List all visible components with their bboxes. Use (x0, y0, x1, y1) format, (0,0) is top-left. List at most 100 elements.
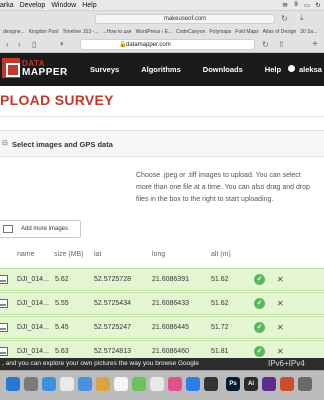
shield-icon[interactable]: ◐ (60, 39, 65, 48)
col-alt[interactable]: alt (m) (211, 251, 231, 258)
page-title: PLOAD SURVEY (0, 92, 114, 108)
chrome-icon[interactable] (60, 377, 74, 391)
bookmark-item[interactable]: CodeCanyon (176, 29, 205, 35)
share-icon[interactable]: ⇧ (278, 40, 285, 49)
menu-help[interactable]: Help (82, 2, 102, 9)
bookmark-item[interactable]: 30 Su... (300, 29, 317, 35)
col-size[interactable]: size (MB) (54, 251, 84, 258)
address-row: ‹ › ▯ ◐ 🔒 datamapper.com ↻ ⇧ + (0, 39, 324, 52)
downloads-icon[interactable]: ⤓ (300, 13, 304, 23)
terminal-icon[interactable] (204, 377, 218, 391)
section-title: Select images and GPS data (12, 140, 113, 149)
tab-title[interactable]: makeuseof.com (95, 14, 275, 24)
add-images-label: Add more images (21, 226, 69, 232)
photos-icon[interactable] (150, 377, 164, 391)
os-dock: Ps Ai (0, 370, 324, 400)
bookmark-item[interactable]: Kingdon Pool (29, 29, 59, 35)
table-row[interactable]: DJI_014... 5.55 52.5725434 21.6086433 51… (0, 292, 324, 315)
messages-icon[interactable] (132, 377, 146, 391)
nav-surveys[interactable]: Surveys (90, 65, 119, 74)
ipv-label: IPv6+IPv4 (268, 359, 305, 368)
bookmark-item[interactable]: Fold Maps (235, 29, 258, 35)
photoshop-icon[interactable]: Ps (226, 377, 240, 391)
site-header: DATA MAPPER Surveys Algorithms Downloads… (0, 53, 324, 86)
section-header[interactable]: ⊟ Select images and GPS data (0, 130, 324, 157)
app-icon[interactable] (280, 377, 294, 391)
calendar-icon[interactable] (114, 377, 128, 391)
image-icon (3, 225, 13, 233)
browser-chrome: makeuseof.com ↻ ⤓ designe... Kingdon Poo… (0, 11, 324, 53)
bookmark-item[interactable]: Atlas of Design (263, 29, 297, 35)
col-long[interactable]: long (152, 251, 165, 258)
finder-icon[interactable] (6, 377, 20, 391)
cell-name: DJI_014... (17, 300, 49, 307)
col-lat[interactable]: lat (94, 251, 101, 258)
bookmark-item[interactable]: Timeline JS3 -... (62, 29, 98, 35)
cell-size: 5.63 (55, 348, 69, 355)
notes-icon[interactable] (96, 377, 110, 391)
cell-name: DJI_014... (17, 348, 49, 355)
cell-long: 21.6086445 (152, 324, 189, 331)
bookmark-item[interactable]: WordPress › E... (136, 29, 173, 35)
nav-help[interactable]: Help (265, 65, 281, 74)
cell-lat: 52.5724813 (94, 348, 131, 355)
app-icon[interactable] (298, 377, 312, 391)
cell-size: 5.62 (55, 276, 69, 283)
menu-window[interactable]: Window (51, 2, 82, 9)
image-thumbnail-icon (0, 275, 8, 284)
cell-alt: 51.72 (211, 324, 229, 331)
bookmark-item[interactable]: designe... (3, 29, 25, 35)
remove-icon[interactable]: ✕ (277, 299, 284, 308)
table-row[interactable]: DJI_014... 5.45 52.5725247 21.6086445 51… (0, 316, 324, 339)
cell-long: 21.6086391 (152, 276, 189, 283)
divider (0, 116, 324, 117)
status-area: ✉ 9 ▭ ↻ (281, 1, 322, 9)
menu-app[interactable]: arka (0, 2, 20, 9)
cell-name: DJI_014... (17, 276, 49, 283)
remove-icon[interactable]: ✕ (277, 275, 284, 284)
cell-long: 21.6086433 (152, 300, 189, 307)
illustrator-icon[interactable]: Ai (244, 377, 258, 391)
battery-icon[interactable]: ▭ (303, 1, 311, 9)
user-icon[interactable] (288, 65, 295, 72)
mail-icon[interactable]: ✉ (281, 1, 289, 9)
app-store-icon[interactable] (186, 377, 200, 391)
add-images-button[interactable]: Add more images (0, 220, 81, 238)
itunes-icon[interactable] (168, 377, 182, 391)
forward-icon[interactable]: › (18, 40, 21, 49)
remove-icon[interactable]: ✕ (277, 347, 284, 356)
address-bar[interactable]: 🔒 datamapper.com (80, 39, 255, 50)
app-icon[interactable] (262, 377, 276, 391)
cell-size: 5.55 (55, 300, 69, 307)
menu-develop[interactable]: Develop (20, 2, 52, 9)
bookmark-item[interactable]: ...How to use (102, 29, 131, 35)
collapse-icon[interactable]: ⊟ (2, 140, 9, 147)
check-icon: ✓ (254, 298, 265, 309)
tab-refresh-icon[interactable]: ↻ (281, 14, 288, 23)
safari-icon[interactable] (42, 377, 56, 391)
lock-icon: 🔒 (119, 42, 127, 48)
site-nav: Surveys Algorithms Downloads Help (90, 65, 303, 74)
bookmark-item[interactable]: Polymaps (209, 29, 231, 35)
back-icon[interactable]: ‹ (6, 40, 9, 49)
nav-downloads[interactable]: Downloads (203, 65, 243, 74)
cell-lat: 52.5725434 (94, 300, 131, 307)
reload-icon[interactable]: ↻ (262, 40, 269, 49)
table-row[interactable]: DJI_014... 5.62 52.5725728 21.6086391 51… (0, 268, 324, 291)
cell-lat: 52.5725247 (94, 324, 131, 331)
image-thumbnail-icon (0, 347, 8, 356)
check-icon: ✓ (254, 274, 265, 285)
launchpad-icon[interactable] (24, 377, 38, 391)
sidebar-icon[interactable]: ▯ (32, 40, 36, 49)
new-tab-icon[interactable]: + (312, 39, 318, 50)
nav-algorithms[interactable]: Algorithms (141, 65, 181, 74)
user-menu[interactable]: aleksa (299, 65, 322, 74)
col-name[interactable]: name (17, 251, 35, 258)
remove-icon[interactable]: ✕ (277, 323, 284, 332)
site-logo[interactable]: DATA MAPPER (2, 58, 68, 78)
sync-icon[interactable]: ↻ (314, 1, 322, 9)
notification-badge[interactable]: 9 (292, 1, 300, 9)
check-icon: ✓ (254, 322, 265, 333)
mail-app-icon[interactable] (78, 377, 92, 391)
image-thumbnail-icon (0, 299, 8, 308)
